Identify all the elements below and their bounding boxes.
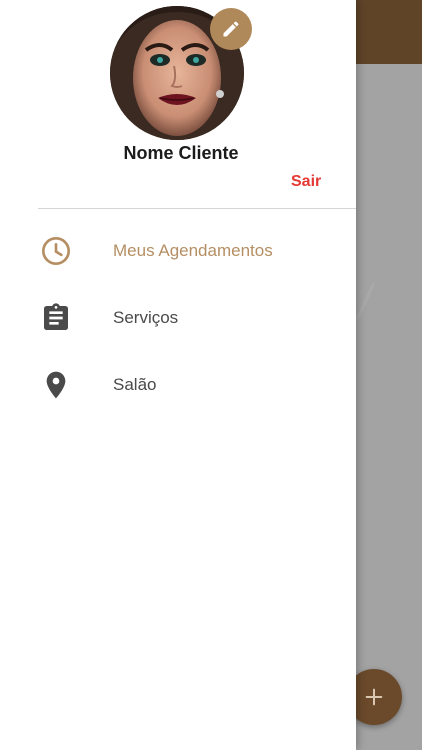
clipboard-icon [38, 300, 74, 336]
screen: Nome Cliente Sair Meus Agendamentos Serv… [0, 0, 422, 750]
menu-item-salao[interactable]: Salão [0, 357, 356, 413]
menu-item-servicos[interactable]: Serviços [0, 290, 356, 346]
menu-item-meus-agendamentos[interactable]: Meus Agendamentos [0, 223, 356, 279]
clock-icon [38, 233, 74, 269]
user-name: Nome Cliente [123, 143, 239, 163]
pencil-icon [223, 21, 239, 37]
menu-item-label: Salão [113, 375, 157, 394]
edit-profile-button[interactable] [210, 8, 252, 50]
menu-item-label: Meus Agendamentos [113, 241, 273, 260]
menu-item-label: Serviços [113, 308, 179, 327]
scrim[interactable] [356, 0, 422, 750]
divider [38, 208, 356, 209]
location-pin-icon [38, 367, 74, 403]
logout-button[interactable]: Sair [291, 173, 321, 191]
navigation-drawer: Nome Cliente Sair Meus Agendamentos Serv… [0, 0, 356, 750]
avatar-container [110, 6, 252, 140]
